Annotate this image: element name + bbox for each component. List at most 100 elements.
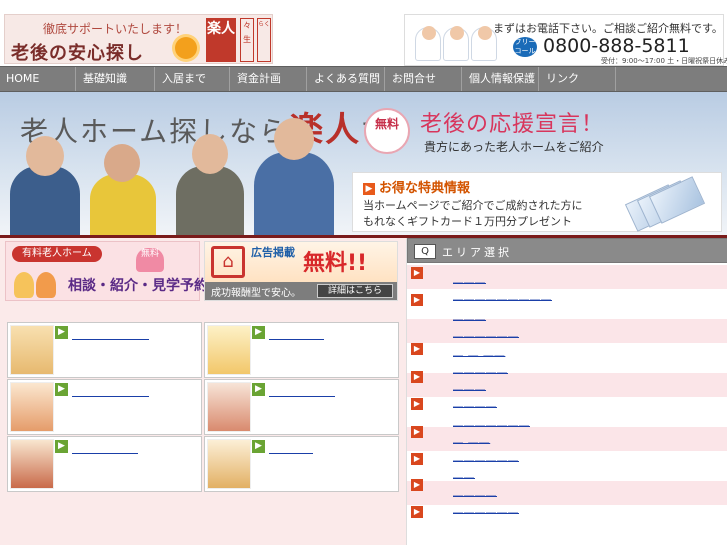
arrow-right-icon: ▶ (252, 326, 265, 339)
consultation-ad[interactable]: 有料老人ホーム 無料 相談・紹介・見学予約 (5, 241, 208, 301)
area-link[interactable]: ＿＿＿ (453, 377, 486, 392)
nav-item-faq[interactable]: よくある質問 (308, 67, 385, 91)
house-icon: ⌂ (211, 246, 245, 278)
facility-thumbnail (10, 382, 54, 432)
area-link[interactable]: ＿＿＿＿ (453, 483, 497, 498)
advertise-ad-top: ⌂ 広告掲載 無料!! (205, 242, 397, 282)
mascot-image (14, 264, 64, 298)
arrow-right-icon: ▶ (411, 453, 423, 465)
advertise-free: 無料!! (303, 251, 368, 276)
nav-item-move-in[interactable]: 入居まで (156, 67, 230, 91)
arrow-right-icon: ▶ (411, 371, 423, 383)
nav-item-privacy[interactable]: 個人情報保護 (463, 67, 539, 91)
area-link[interactable]: ＿＿＿＿＿＿＿ (453, 413, 530, 428)
facility-link[interactable]: ＿＿＿＿＿＿ (72, 440, 138, 456)
free-heart-badge: 無料 (136, 248, 164, 272)
logo-text: 老後の安心探し (11, 43, 144, 64)
advertise-ad[interactable]: ⌂ 広告掲載 無料!! 成功報酬型で安心。 詳細はこちら (204, 241, 398, 301)
main-nav: HOME 基礎知識 入居まで 資金計画 よくある質問 お問合せ 個人情報保護 リ… (0, 66, 727, 92)
area-link[interactable]: ＿＿ (453, 465, 475, 480)
consultation-ad-header: 有料老人ホーム (12, 246, 102, 262)
phone-number[interactable]: 0800-888-5811 (543, 35, 690, 57)
offer-title: ▶ お得な特典情報 (363, 177, 470, 196)
arrow-right-icon: ▶ (55, 383, 68, 396)
area-link[interactable]: ＿＿＿＿ (453, 394, 497, 409)
offer-line-2: もれなくギフトカード１万円分プレゼント (363, 215, 572, 228)
business-hours: 受付：9:00〜17:00 土・日曜祝祭日休み (601, 57, 727, 65)
facility-link[interactable]: ＿＿＿＿ (269, 440, 313, 456)
arrow-right-icon: ▶ (411, 267, 423, 279)
area-link[interactable]: ＿＿＿＿＿＿ (453, 448, 519, 463)
staff-photo (415, 21, 505, 61)
facility-thumbnail (207, 439, 251, 489)
advertise-subtext: 成功報酬型で安心。 (211, 288, 301, 299)
area-link[interactable]: ＿＿＿ (453, 307, 486, 322)
area-link[interactable]: ＿＿＿＿＿＿＿＿＿ (453, 287, 552, 302)
nav-item-basics[interactable]: 基礎知識 (77, 67, 155, 91)
facility-link[interactable]: ＿＿＿＿＿ (269, 326, 324, 342)
arrow-right-icon: ▶ (411, 426, 423, 438)
site-logo[interactable]: 徹底サポートいたします！ 老後の安心探し 楽人 々 生 らく (4, 14, 273, 64)
hero-subcopy: 貴方にあった老人ホームをご紹介 (424, 140, 604, 154)
area-title: エリア選択 (442, 246, 512, 259)
arrow-right-icon: ▶ (363, 183, 375, 195)
hero-banner: 老人ホーム探しなら楽人で 無料 老後の応援宣言！ 貴方にあった老人ホームをご紹介… (0, 92, 727, 236)
hero-slogan: 老後の応援宣言！ (420, 112, 605, 137)
area-link[interactable]: ＿＿＿＿＿ (453, 360, 508, 375)
call-message: まずはお電話下さい。ご相談ご紹介無料です。 (493, 22, 723, 35)
arrow-right-icon: ▶ (55, 326, 68, 339)
facility-card[interactable]: ▶ ＿＿＿＿＿＿＿ (7, 322, 202, 378)
arrow-right-icon: ▶ (411, 294, 423, 306)
facility-card[interactable]: ▶ ＿＿＿＿＿＿ (7, 436, 202, 492)
facility-thumbnail (207, 382, 251, 432)
contact-banner[interactable]: まずはお電話下さい。ご相談ご紹介無料です。 フリーコール 0800-888-58… (404, 14, 727, 66)
nav-item-contact[interactable]: お問合せ (386, 67, 462, 91)
advertise-ad-bottom: 成功報酬型で安心。 詳細はこちら (205, 282, 397, 300)
consultation-ad-text: 相談・紹介・見学予約 (68, 278, 208, 294)
special-offer-panel[interactable]: ▶ お得な特典情報 当ホームページでご紹介でご成約された方に もれなくギフトカード… (352, 172, 722, 232)
area-link[interactable]: ＿ ＿＿ (453, 430, 490, 445)
facility-card[interactable]: ▶ ＿＿＿＿＿＿ (204, 379, 399, 435)
logo-tagline: 徹底サポートいたします！ (43, 22, 188, 36)
offer-title-text: お得な特典情報 (379, 181, 471, 196)
details-button[interactable]: 詳細はこちら (317, 284, 393, 298)
facility-link[interactable]: ＿＿＿＿＿＿ (269, 383, 335, 399)
area-list: ▶ ＿＿＿ ＿＿＿＿＿＿＿＿＿ ▶ ＿＿＿ ＿＿＿＿＿＿ ▶ ＿ ＿ ＿＿ ＿＿… (407, 263, 727, 545)
arrow-right-icon: ▶ (411, 506, 423, 518)
brand-side-label: 々 生 (240, 18, 254, 62)
brand-side-reading: らく (257, 18, 271, 62)
seniors-photo (10, 118, 340, 236)
gift-card-image (624, 176, 706, 232)
arrow-right-icon: ▶ (55, 440, 68, 453)
facility-link[interactable]: ＿＿＿＿＿＿＿ (72, 383, 149, 399)
nav-item-home[interactable]: HOME (0, 67, 76, 91)
area-link[interactable]: ＿＿＿ (453, 270, 486, 285)
area-link[interactable]: ＿ ＿ ＿＿ (453, 343, 505, 358)
sun-icon (175, 37, 197, 59)
area-header: Q エリア選択 (407, 238, 727, 263)
facility-card[interactable]: ▶ ＿＿＿＿ (204, 436, 399, 492)
main-content: 有料老人ホーム 無料 相談・紹介・見学予約 ⌂ 広告掲載 無料!! 成功報酬型で… (0, 238, 406, 545)
arrow-right-icon: ▶ (252, 383, 265, 396)
nav-item-links[interactable]: リンク (540, 67, 616, 91)
facility-thumbnail (10, 439, 54, 489)
area-link[interactable]: ＿＿＿＿＿＿ (453, 500, 519, 515)
area-link[interactable]: ＿＿＿＿＿＿ (453, 324, 519, 339)
nav-item-finance[interactable]: 資金計画 (231, 67, 307, 91)
arrow-right-icon: ▶ (411, 479, 423, 491)
facility-card[interactable]: ▶ ＿＿＿＿＿ (204, 322, 399, 378)
brand-mark: 楽人 (206, 18, 236, 62)
arrow-right-icon: ▶ (411, 343, 423, 355)
site-header: 徹底サポートいたします！ 老後の安心探し 楽人 々 生 らく まずはお電話下さい… (0, 0, 727, 66)
search-icon: Q (414, 244, 436, 259)
freecall-icon: フリーコール (513, 37, 537, 57)
area-selector: Q エリア選択 ▶ ＿＿＿ ＿＿＿＿＿＿＿＿＿ ▶ ＿＿＿ ＿＿＿＿＿＿ ▶ ＿… (406, 238, 727, 545)
offer-line-1: 当ホームページでご紹介でご成約された方に (363, 199, 583, 212)
arrow-right-icon: ▶ (411, 398, 423, 410)
arrow-right-icon: ▶ (252, 440, 265, 453)
facility-card[interactable]: ▶ ＿＿＿＿＿＿＿ (7, 379, 202, 435)
facility-thumbnail (10, 325, 54, 375)
facility-link[interactable]: ＿＿＿＿＿＿＿ (72, 326, 149, 342)
advertise-label: 広告掲載 (251, 246, 295, 259)
facility-thumbnail (207, 325, 251, 375)
